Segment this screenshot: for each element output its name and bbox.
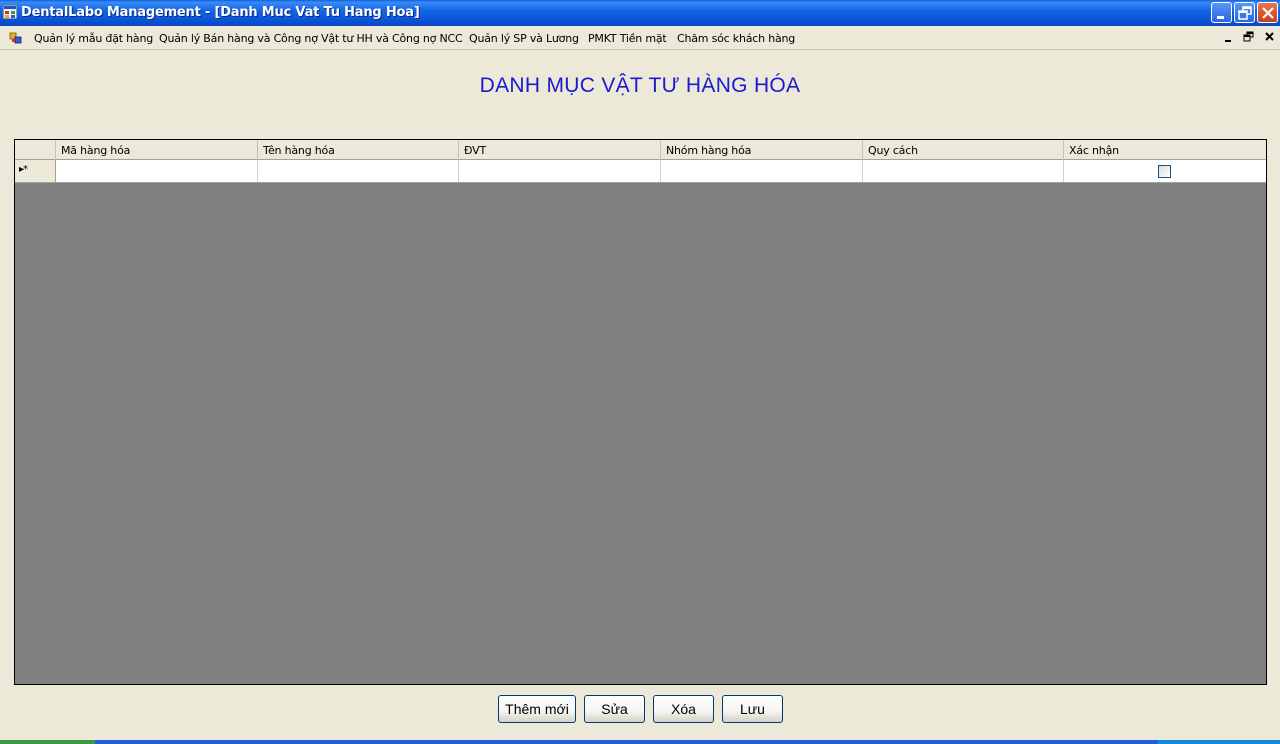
column-header-nhom-hang-hoa[interactable]: Nhóm hàng hóa — [661, 140, 863, 160]
cell-xac-nhan[interactable] — [1064, 160, 1266, 182]
start-button[interactable] — [0, 740, 95, 744]
cell-ma-hang-hoa[interactable] — [56, 160, 258, 182]
menu-quan-ly-ban-hang[interactable]: Quản lý Bán hàng và Công nợ — [159, 32, 318, 45]
mdi-restore-icon[interactable] — [1242, 30, 1256, 44]
close-button[interactable] — [1257, 2, 1278, 23]
grid-corner-header[interactable] — [15, 140, 56, 160]
app-icon — [2, 4, 18, 20]
cell-quy-cach[interactable] — [863, 160, 1064, 182]
menu-quan-ly-mau-dat-hang[interactable]: Quản lý mẫu đặt hàng — [34, 32, 153, 45]
window-title: DentalLabo Management - [Danh Muc Vat Tu… — [21, 5, 420, 20]
taskbar — [0, 740, 1280, 744]
menu-bar: Quản lý mẫu đặt hàng Quản lý Bán hàng và… — [0, 26, 1280, 50]
column-header-ten-hang-hoa[interactable]: Tên hàng hóa — [258, 140, 459, 160]
mdi-minimize-icon[interactable] — [1222, 30, 1236, 44]
cell-dvt[interactable] — [459, 160, 661, 182]
column-header-ma-hang-hoa[interactable]: Mã hàng hóa — [56, 140, 258, 160]
column-header-quy-cach[interactable]: Quy cách — [863, 140, 1064, 160]
page-title: DANH MỤC VẬT TƯ HÀNG HÓA — [479, 74, 801, 97]
menu-pmkt-tien-mat[interactable]: PMKT Tiền mặt — [588, 32, 667, 45]
mdi-close-icon[interactable] — [1263, 30, 1277, 44]
edit-button[interactable]: Sửa — [584, 695, 645, 723]
cell-nhom-hang-hoa[interactable] — [661, 160, 863, 182]
menu-vat-tu-hh[interactable]: Vật tư HH và Công nợ NCC — [321, 32, 463, 45]
restore-button[interactable] — [1234, 2, 1255, 23]
data-grid[interactable]: Mã hàng hóa Tên hàng hóa ĐVT Nhóm hàng h… — [14, 139, 1267, 685]
menu-cham-soc-khach-hang[interactable]: Chăm sóc khách hàng — [677, 32, 795, 45]
minimize-button[interactable] — [1211, 2, 1232, 23]
new-row[interactable]: ▸* — [15, 160, 1266, 183]
system-tray — [1158, 740, 1280, 744]
title-bar[interactable]: DentalLabo Management - [Danh Muc Vat Tu… — [0, 0, 1280, 26]
column-header-dvt[interactable]: ĐVT — [459, 140, 661, 160]
grid-header: Mã hàng hóa Tên hàng hóa ĐVT Nhóm hàng h… — [15, 140, 1266, 160]
menu-quan-ly-sp-luong[interactable]: Quản lý SP và Lương — [469, 32, 579, 45]
column-header-xac-nhan[interactable]: Xác nhận — [1064, 140, 1266, 160]
delete-button[interactable]: Xóa — [653, 695, 714, 723]
mdi-child-icon[interactable] — [9, 31, 23, 45]
row-header[interactable]: ▸* — [15, 160, 56, 182]
new-row-marker: ▸* — [19, 164, 28, 175]
save-button[interactable]: Lưu — [722, 695, 783, 723]
add-new-button[interactable]: Thêm mới — [498, 695, 576, 723]
cell-ten-hang-hoa[interactable] — [258, 160, 459, 182]
xac-nhan-checkbox[interactable] — [1158, 165, 1171, 178]
